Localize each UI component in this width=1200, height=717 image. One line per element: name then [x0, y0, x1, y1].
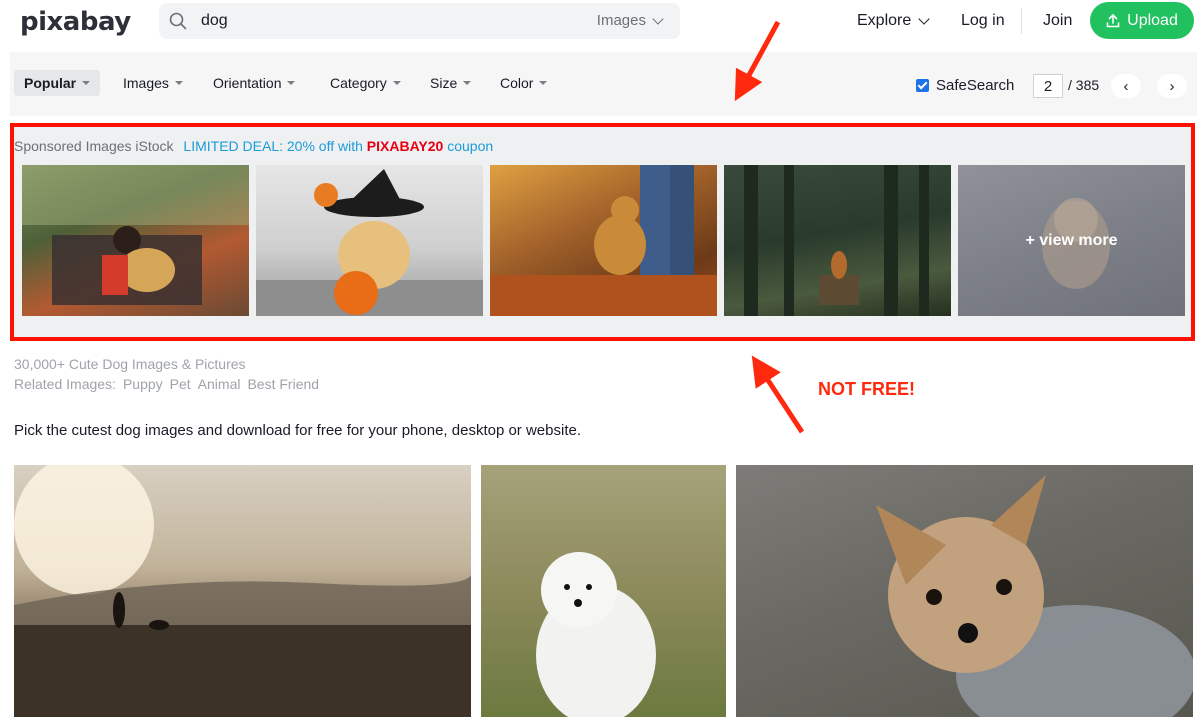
caret-down-icon [463, 81, 472, 85]
top-header: pixabay Images Explore Log in Join Uploa… [0, 0, 1200, 44]
filter-toolbar: Popular Images Orientation Category Size… [10, 52, 1197, 116]
deal-prefix: LIMITED DEAL: 20% off with [183, 138, 363, 154]
search-bar[interactable]: Images [159, 3, 680, 39]
result-image[interactable] [736, 465, 1193, 717]
chevron-left-icon: ‹ [1123, 77, 1129, 95]
not-free-annotation: NOT FREE! [818, 379, 915, 399]
filter-size[interactable]: Size [430, 75, 472, 91]
caret-down-icon [539, 81, 548, 85]
upload-button[interactable]: Upload [1090, 2, 1194, 39]
related-label: Related Images: [14, 376, 116, 392]
explore-label: Explore [857, 12, 912, 29]
checkbox-checked-icon[interactable] [916, 79, 929, 92]
related-images: Related Images: Puppy Pet Animal Best Fr… [14, 376, 319, 392]
result-image[interactable] [481, 465, 726, 717]
related-tag[interactable]: Animal [198, 376, 241, 392]
related-tag[interactable]: Best Friend [247, 376, 319, 392]
chevron-right-icon: › [1169, 77, 1175, 95]
page-number-input[interactable] [1033, 74, 1063, 98]
sponsored-thumb[interactable] [22, 165, 249, 316]
page-description: Pick the cutest dog images and download … [14, 422, 581, 439]
nav-divider [1021, 8, 1022, 34]
result-image[interactable] [14, 465, 471, 717]
pixabay-logo[interactable]: pixabay [20, 7, 131, 37]
beach-dog-image [14, 465, 471, 717]
upload-icon [1106, 13, 1120, 27]
filter-label: Color [500, 75, 534, 91]
deal-link[interactable]: LIMITED DEAL: 20% off with PIXABAY20 cou… [183, 138, 493, 154]
caret-down-icon [174, 81, 183, 85]
view-more-tile[interactable]: + view more [958, 165, 1185, 316]
annotation-arrow [751, 355, 805, 434]
filter-label: Category [330, 75, 387, 91]
filter-label: Orientation [213, 75, 282, 91]
sponsored-thumb[interactable] [256, 165, 483, 316]
autumn-dog-walk-image [490, 165, 717, 316]
login-link[interactable]: Log in [961, 12, 1005, 30]
search-input[interactable] [201, 11, 581, 31]
halloween-dog-image [256, 169, 483, 316]
caret-down-icon [392, 81, 401, 85]
coupon-code: PIXABAY20 [366, 138, 444, 154]
filter-color[interactable]: Color [500, 75, 548, 91]
sponsored-title: Sponsored Images iStock [14, 138, 174, 154]
forest-dog-image [744, 165, 929, 316]
filter-label: Size [430, 75, 458, 91]
page-total: / 385 [1068, 77, 1100, 93]
join-link[interactable]: Join [1043, 12, 1072, 30]
view-more-label: + view more [1025, 231, 1118, 249]
safesearch-toggle[interactable]: SafeSearch [916, 77, 1014, 94]
caret-down-icon [287, 81, 296, 85]
prev-page-button[interactable]: ‹ [1111, 74, 1141, 98]
next-page-button[interactable]: › [1157, 74, 1187, 98]
filter-popular[interactable]: Popular [14, 70, 101, 96]
yorkshire-terrier-image [876, 475, 1193, 717]
search-type-label: Images [596, 12, 646, 29]
safesearch-label: SafeSearch [936, 77, 1015, 94]
deal-suffix: coupon [447, 138, 494, 154]
filter-label: Images [123, 75, 169, 91]
related-tag[interactable]: Pet [170, 376, 191, 392]
person-dog-truck-image [22, 165, 249, 305]
related-tag[interactable]: Puppy [123, 376, 163, 392]
result-count-title: 30,000+ Cute Dog Images & Pictures [14, 356, 246, 372]
sponsored-thumb[interactable] [490, 165, 717, 316]
filter-orientation[interactable]: Orientation [213, 75, 296, 91]
chevron-down-icon [652, 12, 664, 25]
sponsored-thumb[interactable] [724, 165, 951, 316]
sponsored-images-section: Sponsored Images iStock LIMITED DEAL: 20… [10, 123, 1195, 341]
filter-category[interactable]: Category [330, 75, 401, 91]
sponsored-label: Sponsored Images iStock LIMITED DEAL: 20… [14, 138, 493, 154]
upload-label: Upload [1127, 11, 1178, 29]
filter-images[interactable]: Images [123, 75, 183, 91]
search-type-dropdown[interactable]: Images [596, 12, 664, 29]
filter-label: Popular [24, 75, 77, 91]
explore-menu[interactable]: Explore [857, 12, 930, 30]
white-dog-image [536, 552, 656, 717]
search-icon [169, 12, 187, 30]
chevron-down-icon [918, 13, 930, 25]
caret-down-icon [82, 81, 91, 85]
